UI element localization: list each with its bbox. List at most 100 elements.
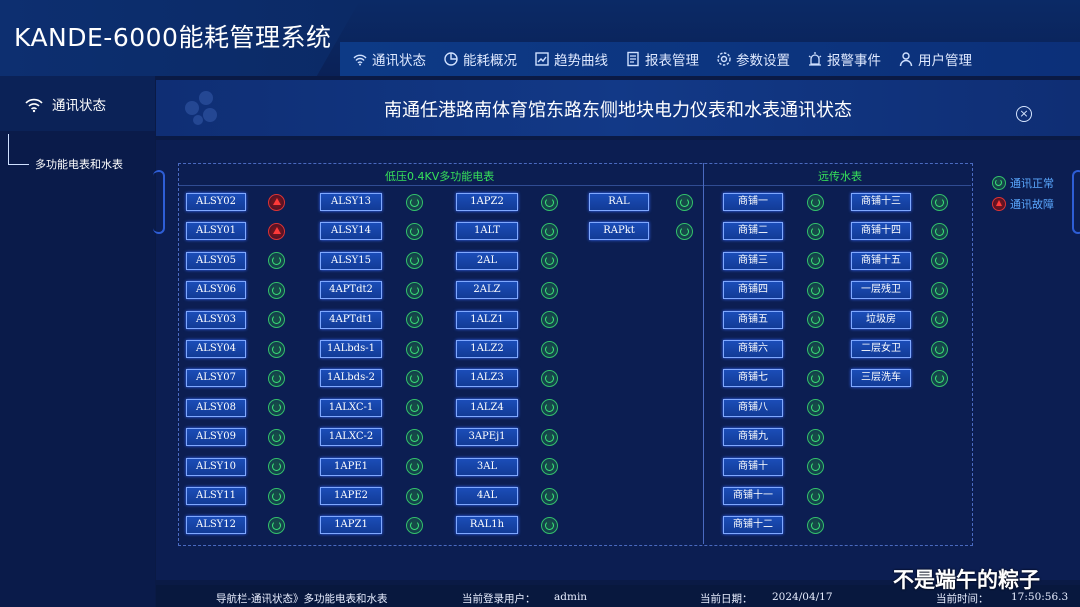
decor-edge-right: [1072, 170, 1080, 234]
comm-ok-icon: [268, 311, 285, 329]
meter-button[interactable]: 1APE2: [320, 487, 382, 505]
comm-ok-icon: [268, 281, 285, 299]
meter-button[interactable]: 商铺五: [723, 310, 783, 329]
page-title: 南通任港路南体育馆东路东侧地块电力仪表和水表通讯状态: [384, 100, 852, 121]
meter-button[interactable]: ALSY10: [186, 457, 246, 476]
meter-button[interactable]: 1ALXC-2: [320, 428, 382, 447]
meter-button[interactable]: 1ALZ4: [456, 398, 518, 417]
meter-button[interactable]: 商铺十二: [723, 516, 783, 535]
comm-ok-icon: [676, 222, 693, 240]
meter-button[interactable]: 1APZ2: [456, 193, 518, 211]
comm-ok-icon: [541, 281, 558, 299]
comm-ok-icon: [541, 340, 558, 358]
meter-button[interactable]: 2AL: [456, 251, 518, 270]
meter-button[interactable]: ALSY01: [186, 222, 246, 241]
meter-button[interactable]: 4AL: [456, 487, 518, 505]
meter-button[interactable]: ALSY06: [186, 281, 246, 300]
meter-button[interactable]: 二层女卫: [851, 340, 911, 358]
meter-button[interactable]: 商铺九: [723, 428, 783, 447]
meter-button[interactable]: ALSY08: [186, 398, 246, 417]
meter-button[interactable]: 1ALT: [456, 222, 518, 241]
meter-button[interactable]: 1ALZ1: [456, 310, 518, 329]
meter-button[interactable]: ALSY12: [186, 516, 246, 535]
legend-fault-label: 通讯故障: [1010, 198, 1054, 211]
meter-button[interactable]: RAPkt: [589, 222, 649, 241]
meter-button[interactable]: 商铺十一: [723, 487, 783, 505]
meter-button[interactable]: 2ALZ: [456, 281, 518, 300]
nav-item-settings[interactable]: 参数设置: [716, 49, 790, 69]
meter-button[interactable]: ALSY03: [186, 310, 246, 329]
comm-ok-icon: [807, 428, 824, 446]
meter-button[interactable]: 三层洗车: [851, 369, 911, 388]
comm-ok-icon: [541, 458, 558, 476]
meter-button[interactable]: 商铺十: [723, 457, 783, 476]
nav-item-alarms[interactable]: 报警事件: [807, 49, 881, 69]
close-button[interactable]: ×: [1016, 106, 1032, 122]
meter-button[interactable]: ALSY15: [320, 251, 382, 270]
meter-button[interactable]: 1ALbds-1: [320, 340, 382, 358]
meter-button[interactable]: ALSY02: [186, 193, 246, 211]
decor-edge-left: [153, 170, 165, 234]
comm-fault-icon: [268, 222, 285, 240]
nav-item-label: 能耗概况: [463, 53, 517, 69]
legend-fault: 通讯故障: [992, 196, 1054, 212]
wifi-icon: [25, 98, 43, 112]
meter-button[interactable]: ALSY07: [186, 369, 246, 388]
meter-button[interactable]: 一层残卫: [851, 281, 911, 300]
meter-button[interactable]: 商铺六: [723, 340, 783, 358]
meter-button[interactable]: ALSY13: [320, 193, 382, 211]
meter-button[interactable]: 1APE1: [320, 457, 382, 476]
meter-button[interactable]: 商铺七: [723, 369, 783, 388]
nav-item-reports[interactable]: 报表管理: [625, 49, 699, 69]
app-title: KANDE-6000能耗管理系统: [14, 23, 332, 52]
meter-button[interactable]: RAL1h: [456, 516, 518, 535]
meter-button[interactable]: 1ALbds-2: [320, 369, 382, 388]
comm-ok-icon: [541, 516, 558, 534]
wifi-icon: [353, 54, 367, 66]
meter-button[interactable]: 商铺十五: [851, 251, 911, 270]
meter-button[interactable]: 1ALZ2: [456, 340, 518, 358]
comm-ok-icon: [541, 369, 558, 387]
nav-item-trend[interactable]: 趋势曲线: [534, 49, 608, 69]
meter-button[interactable]: ALSY11: [186, 487, 246, 505]
user-value: admin: [554, 591, 588, 603]
meter-button[interactable]: 1ALXC-1: [320, 398, 382, 417]
meter-button[interactable]: ALSY04: [186, 340, 246, 358]
meter-button[interactable]: 商铺八: [723, 398, 783, 417]
comm-ok-icon: [807, 369, 824, 387]
nav-item-energy-overview[interactable]: 能耗概况: [443, 49, 517, 69]
meter-button[interactable]: 商铺十四: [851, 222, 911, 241]
meter-button[interactable]: 商铺十三: [851, 193, 911, 211]
sidebar-header[interactable]: 通讯状态: [0, 76, 155, 131]
meter-button[interactable]: RAL: [589, 193, 649, 211]
user-label: 当前登录用户：: [462, 593, 536, 605]
meter-button[interactable]: ALSY09: [186, 428, 246, 447]
nav-item-comm-status[interactable]: 通讯状态: [352, 49, 426, 69]
meter-button[interactable]: 4APTdt1: [320, 310, 382, 329]
meter-button[interactable]: ALSY05: [186, 251, 246, 270]
nav-item-label: 通讯状态: [372, 53, 426, 69]
alarm-icon: [808, 52, 822, 66]
comm-ok-icon: [268, 458, 285, 476]
meter-button[interactable]: 垃圾房: [851, 310, 911, 329]
meter-button[interactable]: 商铺三: [723, 251, 783, 270]
meter-button[interactable]: 1ALZ3: [456, 369, 518, 388]
meter-button[interactable]: 1APZ1: [320, 516, 382, 535]
user-icon: [899, 52, 913, 67]
comm-ok-icon: [541, 428, 558, 446]
meter-button[interactable]: 4APTdt2: [320, 281, 382, 300]
comm-ok-icon: [406, 428, 423, 446]
meter-button[interactable]: 3AL: [456, 457, 518, 476]
pie-chart-icon: [444, 52, 458, 66]
meter-button[interactable]: 商铺一: [723, 193, 783, 211]
nav-item-users[interactable]: 用户管理: [898, 49, 972, 69]
meter-button[interactable]: 3APEj1: [456, 428, 518, 447]
comm-ok-icon: [807, 340, 824, 358]
comm-ok-icon: [268, 428, 285, 446]
legend-ok-label: 通讯正常: [1010, 177, 1054, 190]
meter-button[interactable]: 商铺二: [723, 222, 783, 241]
meter-button[interactable]: 商铺四: [723, 281, 783, 300]
sidebar-item-meters[interactable]: 多功能电表和水表: [35, 156, 123, 172]
meter-button[interactable]: ALSY14: [320, 222, 382, 241]
comm-ok-icon: [406, 281, 423, 299]
